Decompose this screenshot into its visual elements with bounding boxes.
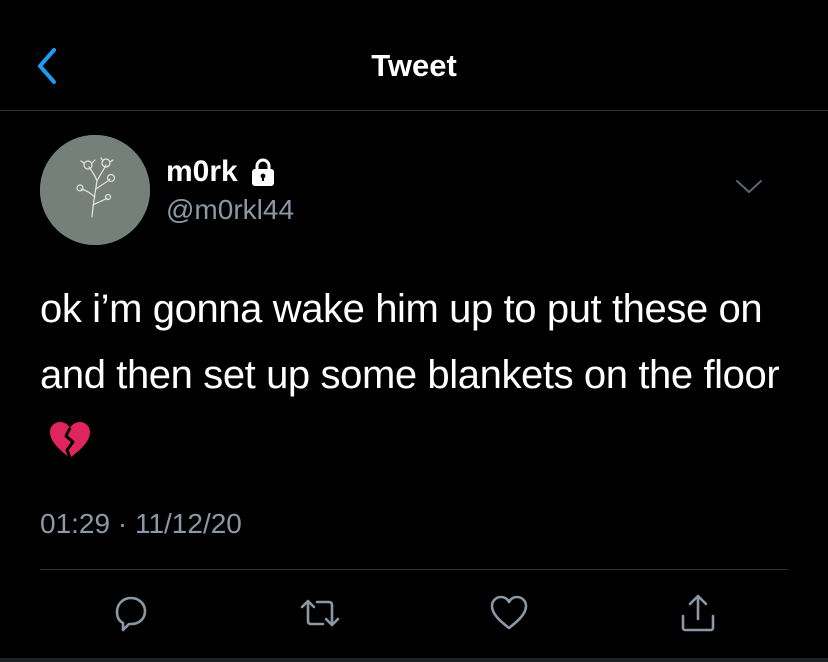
page-title: Tweet: [371, 48, 457, 83]
reply-button[interactable]: [106, 588, 156, 638]
divider: [40, 569, 788, 570]
retweet-icon: [300, 599, 340, 627]
author-handle: @m0rkl44: [166, 194, 295, 225]
tweet-timestamp[interactable]: 01:29 · 11/12/20: [40, 508, 242, 540]
tweet-text: ok i’m gonna wake him up to put these on…: [40, 287, 780, 397]
share-button[interactable]: [673, 588, 723, 638]
tweet-menu-button[interactable]: [734, 174, 764, 198]
tweet-body: ok i’m gonna wake him up to put these on…: [40, 276, 800, 474]
broken-heart-emoji: [50, 422, 90, 459]
chevron-down-icon: [736, 180, 762, 193]
lock-icon: [251, 158, 274, 186]
heart-icon: [490, 595, 528, 630]
flower-sketch-icon: [40, 135, 150, 245]
reply-icon: [115, 596, 147, 632]
author-name-row[interactable]: m0rk: [166, 152, 276, 192]
bottom-divider: [0, 658, 828, 662]
retweet-button[interactable]: [295, 588, 345, 638]
display-name: m0rk: [166, 155, 238, 188]
tweet-actions: [0, 588, 828, 638]
top-bar: Tweet: [0, 0, 828, 111]
like-button[interactable]: [484, 588, 534, 638]
share-icon: [681, 594, 715, 632]
avatar[interactable]: [40, 135, 150, 245]
